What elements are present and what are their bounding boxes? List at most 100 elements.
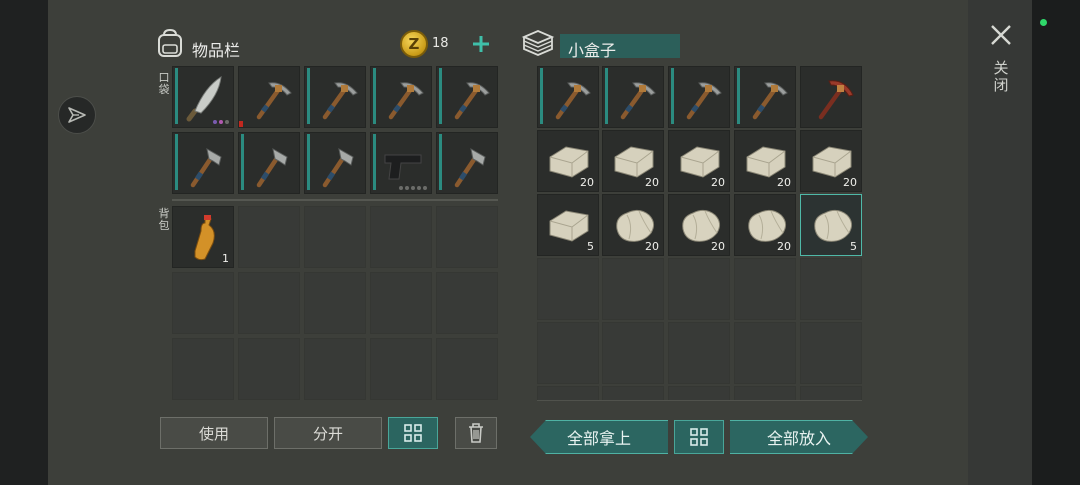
empty-slot[interactable] <box>537 258 599 320</box>
item-quantity: 5 <box>850 240 857 253</box>
item-slot[interactable] <box>238 66 300 128</box>
empty-slot[interactable] <box>172 338 234 400</box>
item-slot[interactable]: 5 <box>537 194 599 256</box>
add-coins-button[interactable] <box>470 33 492 55</box>
empty-slot[interactable] <box>537 386 599 400</box>
item-slot[interactable]: 1 <box>172 206 234 268</box>
backpack-icon <box>158 28 182 57</box>
empty-slot[interactable] <box>238 272 300 334</box>
empty-slot[interactable] <box>436 272 498 334</box>
item-slot[interactable] <box>370 132 432 194</box>
pocket-label: 口袋 <box>158 71 170 96</box>
trash-icon <box>469 423 483 443</box>
pistol-icon <box>384 154 422 180</box>
attachment-dot <box>423 186 427 190</box>
item-slot[interactable] <box>668 66 730 128</box>
empty-slot[interactable] <box>734 322 796 384</box>
empty-slot[interactable] <box>370 338 432 400</box>
item-slot[interactable] <box>370 66 432 128</box>
pickaxe-icon <box>443 73 493 123</box>
grid-sort-icon <box>404 424 422 442</box>
pickaxe-icon <box>741 73 791 123</box>
item-slot[interactable] <box>537 66 599 128</box>
item-slot[interactable]: 5 <box>800 194 862 256</box>
empty-slot[interactable] <box>800 258 862 320</box>
durability-bar <box>307 68 310 124</box>
red-pickaxe-icon <box>807 73 857 123</box>
status-mark <box>239 121 243 127</box>
item-slot[interactable] <box>238 132 300 194</box>
attachment-dot <box>417 186 421 190</box>
item-quantity: 5 <box>587 240 594 253</box>
split-button[interactable]: 分开 <box>274 417 382 449</box>
item-slot[interactable] <box>436 132 498 194</box>
item-slot[interactable] <box>304 66 366 128</box>
item-slot[interactable]: 20 <box>602 130 664 192</box>
screen-edge <box>1032 0 1080 485</box>
trash-button[interactable] <box>455 417 497 449</box>
attachment-dot <box>213 120 217 124</box>
take-all-button[interactable]: 全部拿上 <box>530 420 668 454</box>
attachment-dots <box>213 120 229 124</box>
item-slot[interactable] <box>172 132 234 194</box>
item-quantity: 20 <box>777 240 791 253</box>
side-menu-button[interactable] <box>58 96 96 134</box>
item-slot[interactable] <box>304 132 366 194</box>
item-quantity: 20 <box>711 176 725 189</box>
empty-slot[interactable] <box>304 272 366 334</box>
empty-slot[interactable] <box>668 258 730 320</box>
item-slot[interactable] <box>436 66 498 128</box>
inventory-divider <box>172 199 498 201</box>
durability-bar <box>737 68 740 124</box>
sort-inventory-button[interactable] <box>388 417 438 449</box>
empty-slot[interactable] <box>238 206 300 268</box>
item-slot[interactable]: 20 <box>668 194 730 256</box>
empty-slot[interactable] <box>172 272 234 334</box>
item-slot[interactable] <box>800 66 862 128</box>
durability-bar <box>540 68 543 124</box>
use-button[interactable]: 使用 <box>160 417 268 449</box>
empty-slot[interactable] <box>370 272 432 334</box>
close-icon[interactable] <box>988 22 1014 48</box>
empty-slot[interactable] <box>370 206 432 268</box>
item-slot[interactable]: 20 <box>800 130 862 192</box>
item-slot[interactable]: 20 <box>668 130 730 192</box>
item-slot[interactable]: 20 <box>734 194 796 256</box>
axe-icon <box>179 139 229 189</box>
empty-slot[interactable] <box>734 258 796 320</box>
pickaxe-icon <box>609 73 659 123</box>
axe-icon <box>245 139 295 189</box>
empty-slot[interactable] <box>602 322 664 384</box>
empty-slot[interactable] <box>668 322 730 384</box>
attachment-dots <box>399 186 427 190</box>
empty-slot[interactable] <box>304 206 366 268</box>
put-all-button[interactable]: 全部放入 <box>730 420 868 454</box>
durability-bar <box>307 134 310 190</box>
close-label[interactable]: 关闭 <box>991 60 1011 94</box>
item-slot[interactable]: 20 <box>537 130 599 192</box>
sort-box-button[interactable] <box>674 420 724 454</box>
empty-slot[interactable] <box>800 386 862 400</box>
coin-count: 18 <box>432 36 449 51</box>
empty-slot[interactable] <box>304 338 366 400</box>
item-slot[interactable]: 20 <box>602 194 664 256</box>
empty-slot[interactable] <box>436 338 498 400</box>
pickaxe-icon <box>544 73 594 123</box>
item-slot[interactable] <box>734 66 796 128</box>
empty-slot[interactable] <box>602 258 664 320</box>
item-slot[interactable] <box>172 66 234 128</box>
empty-slot[interactable] <box>734 386 796 400</box>
empty-slot[interactable] <box>238 338 300 400</box>
empty-slot[interactable] <box>537 322 599 384</box>
item-slot[interactable] <box>602 66 664 128</box>
item-slot[interactable]: 20 <box>734 130 796 192</box>
durability-bar <box>439 68 442 124</box>
empty-slot[interactable] <box>436 206 498 268</box>
durability-bar <box>671 68 674 124</box>
empty-slot[interactable] <box>668 386 730 400</box>
durability-bar <box>241 134 244 190</box>
empty-slot[interactable] <box>602 386 664 400</box>
empty-slot[interactable] <box>800 322 862 384</box>
machete-icon <box>179 73 229 123</box>
item-quantity: 20 <box>777 176 791 189</box>
